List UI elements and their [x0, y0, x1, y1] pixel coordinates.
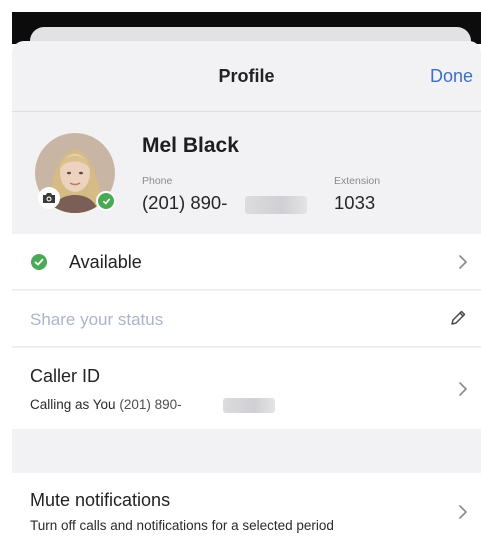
chevron-right-icon [459, 382, 467, 396]
mute-title: Mute notifications [30, 490, 171, 510]
phone-value: (201) 890- [142, 192, 228, 213]
caller-id-subtitle-prefix: Calling as You [30, 397, 116, 412]
check-icon [102, 198, 110, 204]
redacted-caller-id-digits [223, 398, 275, 413]
status-row[interactable]: Available [12, 234, 481, 290]
chevron-right-icon [459, 505, 467, 519]
navigation-bar: Profile Done [12, 41, 481, 112]
caller-id-subtitle: Calling as You (201) 890- [30, 397, 182, 412]
section-gap [12, 429, 481, 473]
profile-name: Mel Black [142, 134, 239, 157]
extension-label: Extension [334, 175, 381, 187]
profile-sheet: Profile Done Mel Black Phone (201) 890- … [12, 41, 481, 552]
phone-label: Phone [142, 175, 173, 187]
camera-icon [43, 193, 55, 203]
caller-id-title: Caller ID [30, 366, 101, 386]
done-button[interactable]: Done [430, 66, 473, 87]
profile-header: Mel Black Phone (201) 890- Extension 103… [12, 112, 481, 232]
pencil-icon[interactable] [449, 309, 467, 327]
chevron-right-icon [459, 255, 467, 269]
caller-id-number: (201) 890- [119, 397, 182, 412]
redacted-phone-digits [245, 196, 307, 214]
share-status-input[interactable]: Share your status [30, 310, 163, 330]
share-status-row[interactable]: Share your status [12, 291, 481, 347]
extension-value: 1033 [334, 192, 376, 213]
change-photo-button[interactable] [38, 187, 60, 209]
mute-notifications-row[interactable]: Mute notifications Turn off calls and no… [12, 473, 481, 552]
mute-subtitle: Turn off calls and notifications for a s… [30, 518, 334, 533]
caller-id-row[interactable]: Caller ID Calling as You (201) 890- [12, 348, 481, 429]
status-label: Available [69, 252, 142, 272]
page-title: Profile [218, 66, 275, 86]
presence-indicator [96, 191, 116, 211]
available-status-icon [31, 254, 47, 270]
